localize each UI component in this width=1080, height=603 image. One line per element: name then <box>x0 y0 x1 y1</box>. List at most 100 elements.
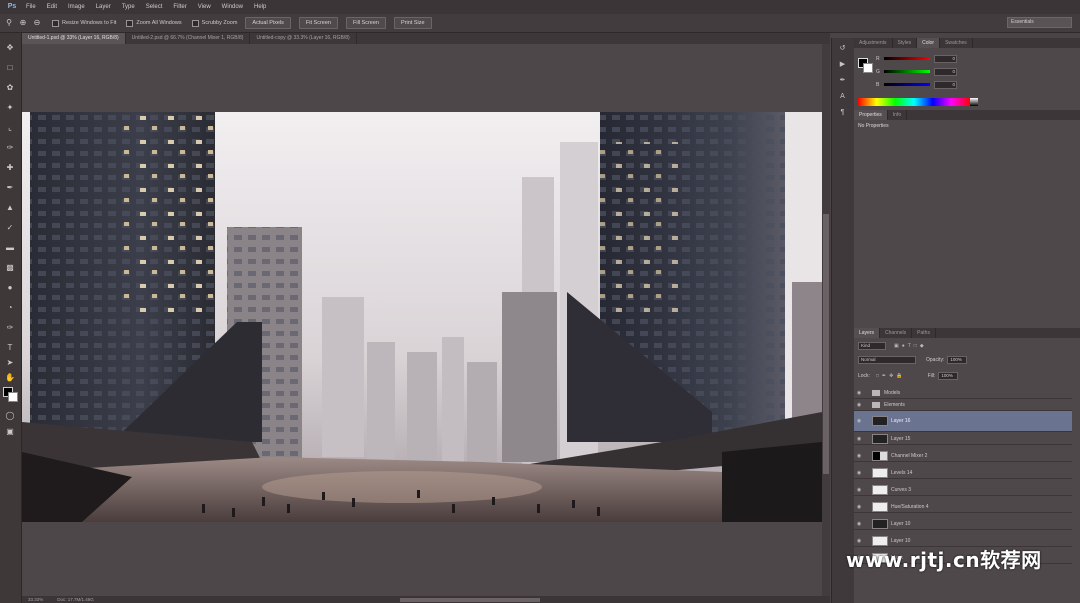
opacity-field[interactable]: 100% <box>947 356 968 364</box>
tab-channels[interactable]: Channels <box>880 328 913 338</box>
tab-layers[interactable]: Layers <box>854 328 881 338</box>
tab-properties[interactable]: Properties <box>854 110 888 120</box>
color-value-r[interactable]: 0 <box>934 54 957 63</box>
menu-window[interactable]: Window <box>222 4 243 10</box>
tab-color[interactable]: Color <box>917 38 941 48</box>
menu-select[interactable]: Select <box>146 4 163 10</box>
quick-select-tool-icon[interactable]: ✦ <box>4 103 16 113</box>
document-tab-2[interactable]: Untitled-2.psd @ 66.7% (Channel Mixer 1,… <box>126 33 251 44</box>
document-tab-3[interactable]: Untitled-copy @ 33.3% (Layer 16, RGB/8) <box>250 33 357 44</box>
tab-swatches[interactable]: Swatches <box>940 38 973 48</box>
dodge-tool-icon[interactable]: ◔ <box>4 303 16 313</box>
brush-presets-icon[interactable]: ✒ <box>837 76 848 85</box>
scrubby-zoom-checkbox[interactable]: Scrubby Zoom <box>191 19 237 27</box>
visibility-eye-icon[interactable]: ◉ <box>854 402 864 408</box>
background-color[interactable] <box>8 392 18 402</box>
visibility-eye-icon[interactable]: ◉ <box>854 436 864 442</box>
marquee-tool-icon[interactable]: □ <box>4 63 16 73</box>
zoom-out-icon[interactable]: ⊖ <box>32 18 42 28</box>
gradient-tool-icon[interactable]: ▩ <box>4 263 16 273</box>
quick-mask-icon[interactable]: ◯ <box>4 411 16 421</box>
brush-tool-icon[interactable]: ✒ <box>4 183 16 193</box>
tab-info[interactable]: Info <box>888 110 908 120</box>
history-icon[interactable]: ↺ <box>837 44 848 53</box>
clone-stamp-tool-icon[interactable]: ▲ <box>4 203 16 213</box>
color-picker-swatch[interactable] <box>858 58 873 73</box>
visibility-eye-icon[interactable]: ◉ <box>854 504 864 510</box>
menu-type[interactable]: Type <box>122 4 135 10</box>
type-tool-icon[interactable]: T <box>4 343 16 353</box>
paragraph-icon[interactable]: ¶ <box>837 108 848 117</box>
layer-row[interactable]: ◉ Layer 10 <box>854 518 1072 530</box>
visibility-eye-icon[interactable]: ◉ <box>854 487 864 493</box>
actions-icon[interactable]: ▶ <box>837 60 848 69</box>
visibility-eye-icon[interactable]: ◉ <box>854 521 864 527</box>
lock-icons[interactable]: □✒✥🔒 <box>876 373 906 379</box>
blur-tool-icon[interactable]: ● <box>4 283 16 293</box>
character-icon[interactable]: A <box>837 92 848 101</box>
fill-field[interactable]: 100% <box>938 372 959 380</box>
horizontal-scroll-thumb[interactable] <box>400 598 540 602</box>
healing-brush-tool-icon[interactable]: ✚ <box>4 163 16 173</box>
foreground-background-swatch[interactable] <box>3 387 18 402</box>
zoom-in-icon[interactable]: ⊕ <box>18 18 28 28</box>
crop-tool-icon[interactable]: ⌞ <box>4 123 16 133</box>
menu-image[interactable]: Image <box>68 4 85 10</box>
hand-tool-icon[interactable]: ✋ <box>4 373 16 383</box>
layer-row[interactable]: ◉ Layer 15 <box>854 433 1072 445</box>
visibility-eye-icon[interactable]: ◉ <box>854 418 864 424</box>
color-spectrum-bw[interactable] <box>970 98 978 106</box>
color-slider-b[interactable]: B 0 <box>876 80 957 89</box>
resize-windows-checkbox[interactable]: Resize Windows to Fit <box>52 19 116 27</box>
image-canvas[interactable] <box>22 112 822 522</box>
pen-tool-icon[interactable]: ✑ <box>4 323 16 333</box>
scroll-thumb[interactable] <box>823 214 829 474</box>
canvas-vertical-scrollbar[interactable] <box>822 44 830 596</box>
screen-mode-icon[interactable]: ▣ <box>4 427 16 437</box>
zoom-all-windows-checkbox[interactable]: Zoom All Windows <box>126 19 182 27</box>
tab-adjustments[interactable]: Adjustments <box>854 38 893 48</box>
menu-layer[interactable]: Layer <box>96 4 111 10</box>
menu-help[interactable]: Help <box>254 4 266 10</box>
menu-filter[interactable]: Filter <box>173 4 186 10</box>
layer-row[interactable]: ◉ Layer 16 <box>854 411 1072 432</box>
layer-filter-icons[interactable]: ▣●T□◆ <box>894 343 927 349</box>
workspace-select[interactable]: Essentials <box>1007 17 1072 28</box>
fill-screen-button[interactable]: Fill Screen <box>346 17 386 29</box>
document-tab-1[interactable]: Untitled-1.psd @ 33% (Layer 16, RGB/8) <box>22 33 126 44</box>
zoom-level[interactable]: 33.33% <box>28 596 43 603</box>
color-value-b[interactable]: 0 <box>934 80 957 89</box>
menu-view[interactable]: View <box>198 4 211 10</box>
visibility-eye-icon[interactable]: ◉ <box>854 453 864 459</box>
move-tool-icon[interactable]: ✥ <box>4 43 16 53</box>
fit-screen-button[interactable]: Fit Screen <box>298 17 338 29</box>
eraser-tool-icon[interactable]: ▬ <box>4 243 16 253</box>
layer-row[interactable]: ◉ Models <box>854 387 1072 399</box>
color-value-g[interactable]: 0 <box>934 67 957 76</box>
visibility-eye-icon[interactable]: ◉ <box>854 538 864 544</box>
tab-styles[interactable]: Styles <box>893 38 918 48</box>
visibility-eye-icon[interactable]: ◉ <box>854 470 864 476</box>
blend-mode-select[interactable]: Normal <box>858 356 916 364</box>
layer-row[interactable]: ◉ Channel Mixer 2 <box>854 450 1072 462</box>
zoom-tool-icon[interactable]: ⚲ <box>4 18 14 28</box>
history-brush-tool-icon[interactable]: ✓ <box>4 223 16 233</box>
layer-row[interactable]: ◉ Hue/Saturation 4 <box>854 501 1072 513</box>
menu-file[interactable]: File <box>26 4 36 10</box>
color-slider-g[interactable]: G 0 <box>876 67 957 76</box>
visibility-eye-icon[interactable]: ◉ <box>854 390 864 396</box>
tab-paths[interactable]: Paths <box>912 328 936 338</box>
layer-filter-kind[interactable]: Kind ▣●T□◆ <box>858 342 927 350</box>
layer-row[interactable]: ◉ Levels 14 <box>854 467 1072 479</box>
color-spectrum[interactable] <box>858 98 970 106</box>
layer-row[interactable]: ◉ Curves 3 <box>854 484 1072 496</box>
path-select-tool-icon[interactable]: ➤ <box>4 358 16 368</box>
print-size-button[interactable]: Print Size <box>393 17 432 29</box>
color-slider-r[interactable]: R 0 <box>876 54 957 63</box>
layer-row[interactable]: ◉ Elements <box>854 399 1072 411</box>
color-panel-tabs: Adjustments Styles Color Swatches <box>854 38 1080 48</box>
actual-pixels-button[interactable]: Actual Pixels <box>245 17 291 29</box>
menu-edit[interactable]: Edit <box>47 4 57 10</box>
eyedropper-tool-icon[interactable]: ✑ <box>4 143 16 153</box>
lasso-tool-icon[interactable]: ✿ <box>4 83 16 93</box>
